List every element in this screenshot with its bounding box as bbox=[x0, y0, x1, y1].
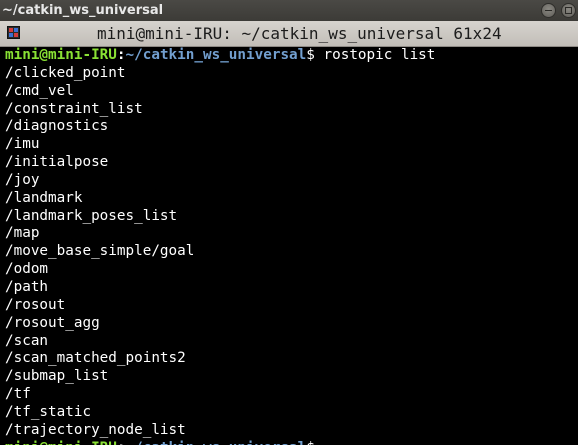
output-line: /tf bbox=[5, 386, 31, 403]
prompt-line: mini@mini-IRU:~/catkin_ws_universal$ ros… bbox=[5, 47, 435, 65]
output-line: /joy bbox=[5, 171, 40, 188]
prompt-path: ~/catkin_ws_universal bbox=[125, 47, 307, 63]
partial-prompt-symbol: $ bbox=[306, 440, 323, 445]
outer-title-bar[interactable]: ~/catkin_ws_universal bbox=[0, 0, 578, 21]
output-line: /map bbox=[5, 225, 40, 242]
output-line: /path bbox=[5, 278, 49, 295]
output-line: /scan_matched_points2 bbox=[5, 350, 186, 367]
outer-window-title: ~/catkin_ws_universal bbox=[2, 3, 164, 18]
screen: ~/catkin_ws_universal mini@mini-IRU: ~/c… bbox=[0, 0, 578, 445]
terminal-title-bar[interactable]: mini@mini-IRU: ~/catkin_ws_universal 61x… bbox=[0, 21, 578, 47]
output-line: /imu bbox=[5, 136, 40, 153]
output-line: /constraint_list bbox=[5, 100, 143, 117]
prompt-separator: : bbox=[116, 47, 126, 63]
terminal-lines: mini@mini-IRU:~/catkin_ws_universal$ ros… bbox=[5, 47, 435, 445]
output-line: /clicked_point bbox=[5, 64, 126, 81]
partial-prompt-user-host: mini@mini-IRU bbox=[5, 440, 117, 445]
terminal-output-area[interactable]: mini@mini-IRU:~/catkin_ws_universal$ ros… bbox=[0, 47, 578, 445]
command-text: rostopic list bbox=[323, 47, 436, 63]
prompt-user-host: mini@mini-IRU bbox=[5, 47, 117, 63]
output-line: /cmd_vel bbox=[5, 82, 74, 99]
output-line: /tf_static bbox=[5, 403, 92, 420]
terminal-window-title: mini@mini-IRU: ~/catkin_ws_universal 61x… bbox=[97, 24, 502, 43]
output-line: /submap_list bbox=[5, 368, 109, 385]
output-line: /move_base_simple/goal bbox=[5, 243, 195, 260]
output-line: /diagnostics bbox=[5, 118, 109, 135]
output-line: /rosout bbox=[5, 296, 66, 313]
output-line: /rosout_agg bbox=[5, 314, 100, 331]
output-line: /landmark_poses_list bbox=[5, 207, 178, 224]
partial-prompt-path: ~/catkin_ws_universal bbox=[126, 440, 307, 445]
maximize-icon[interactable] bbox=[561, 3, 576, 18]
output-line: /odom bbox=[5, 261, 49, 278]
output-list: /clicked_point/cmd_vel/constraint_list/d… bbox=[5, 65, 435, 440]
output-line: /landmark bbox=[5, 189, 83, 206]
terminal-app-icon[interactable] bbox=[7, 26, 20, 39]
output-line: /initialpose bbox=[5, 154, 109, 171]
output-line: /trajectory_node_list bbox=[5, 421, 186, 438]
prompt-symbol: $ bbox=[306, 47, 324, 63]
output-line: /scan bbox=[5, 332, 49, 349]
partial-prompt-separator: : bbox=[117, 440, 126, 445]
minimize-icon[interactable] bbox=[541, 3, 556, 18]
partial-prompt-line: mini@mini-IRU:~/catkin_ws_universal$ bbox=[5, 440, 435, 445]
